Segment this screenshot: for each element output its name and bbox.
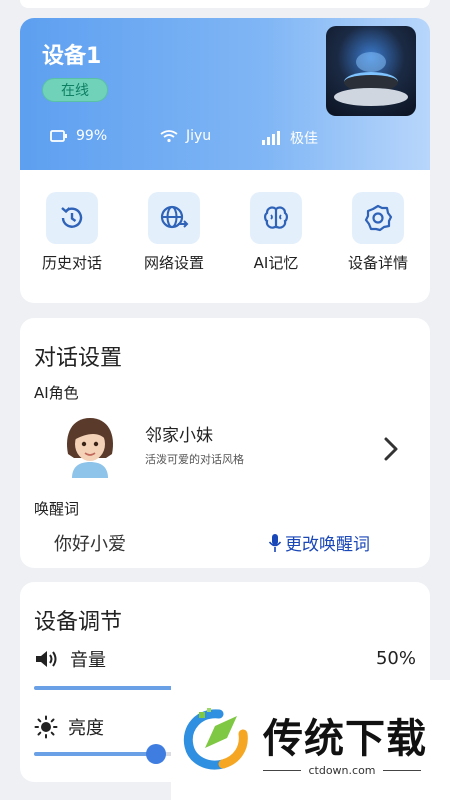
device-adjust-title: 设备调节 xyxy=(34,610,123,635)
history-icon xyxy=(61,207,83,228)
gear-icon xyxy=(364,204,393,232)
signal-bars-icon xyxy=(262,131,280,145)
wake-word-label: 唤醒词 xyxy=(34,500,80,518)
device-details-label: 设备详情 xyxy=(347,254,408,272)
network-globe-icon xyxy=(160,205,189,229)
network-settings-label: 网络设置 xyxy=(143,254,204,272)
device-details-button[interactable]: 设备详情 xyxy=(333,192,423,273)
brain-icon xyxy=(264,206,288,229)
volume-label: 音量 xyxy=(70,650,106,671)
change-wake-word-label: 更改唤醒词 xyxy=(285,535,370,555)
signal-value: 极佳 xyxy=(290,131,318,147)
device-image xyxy=(326,26,416,116)
volume-value: 50% xyxy=(375,648,416,669)
sun-icon xyxy=(34,715,58,739)
microphone-icon xyxy=(268,533,282,552)
volume-row: 音量 xyxy=(34,646,106,672)
battery-value: 99% xyxy=(76,128,108,144)
role-name[interactable]: 邻家小妹 xyxy=(145,421,213,446)
history-chat-label: 历史对话 xyxy=(41,254,102,272)
avatar xyxy=(66,418,114,478)
brightness-slider-fill xyxy=(34,752,157,756)
wifi-icon xyxy=(160,130,178,143)
history-chat-button[interactable]: 历史对话 xyxy=(27,192,117,273)
device-name: 设备1 xyxy=(42,44,102,69)
network-settings-button[interactable]: 网络设置 xyxy=(129,192,219,273)
signal-status: 极佳 xyxy=(262,128,318,148)
dialog-settings-card: 对话设置 AI角色 邻家小妹 活泼可爱的对话风格 唤醒词 你好小爱 更改唤醒词 xyxy=(20,318,430,568)
chevron-right-icon[interactable] xyxy=(382,436,400,462)
role-description: 活泼可爱的对话风格 xyxy=(145,453,244,466)
wifi-name: Jiyu xyxy=(186,128,212,144)
ai-memory-label: AI记忆 xyxy=(253,254,299,272)
watermark-divider-right xyxy=(383,770,421,771)
watermark-text: 传统下载 xyxy=(263,716,427,762)
quick-actions: 历史对话 网络设置 AI记忆 设备详情 xyxy=(20,192,430,272)
brightness-label: 亮度 xyxy=(68,718,104,739)
status-badge: 在线 xyxy=(42,78,108,102)
battery-status: 99% xyxy=(50,128,107,144)
previous-card-edge xyxy=(20,0,430,8)
brightness-slider-thumb[interactable] xyxy=(146,744,167,764)
ai-role-label: AI角色 xyxy=(34,384,79,402)
brightness-row: 亮度 xyxy=(34,714,104,740)
speaker-icon xyxy=(36,651,57,667)
wake-word-value: 你好小爱 xyxy=(54,534,126,555)
device-header: 设备1 在线 99% Jiyu 极佳 xyxy=(20,18,430,170)
battery-icon xyxy=(50,130,67,142)
wifi-status: Jiyu xyxy=(160,128,211,144)
ai-memory-button[interactable]: AI记忆 xyxy=(231,192,321,273)
device-card[interactable]: 设备1 在线 99% Jiyu 极佳 历史对话 网络设置 AI记忆 设备详情 xyxy=(20,18,430,303)
change-wake-word-button[interactable]: 更改唤醒词 xyxy=(268,530,370,555)
watermark: 传统下载 ctdown.com xyxy=(171,680,450,800)
watermark-logo xyxy=(183,708,248,770)
dialog-settings-title: 对话设置 xyxy=(34,346,123,371)
